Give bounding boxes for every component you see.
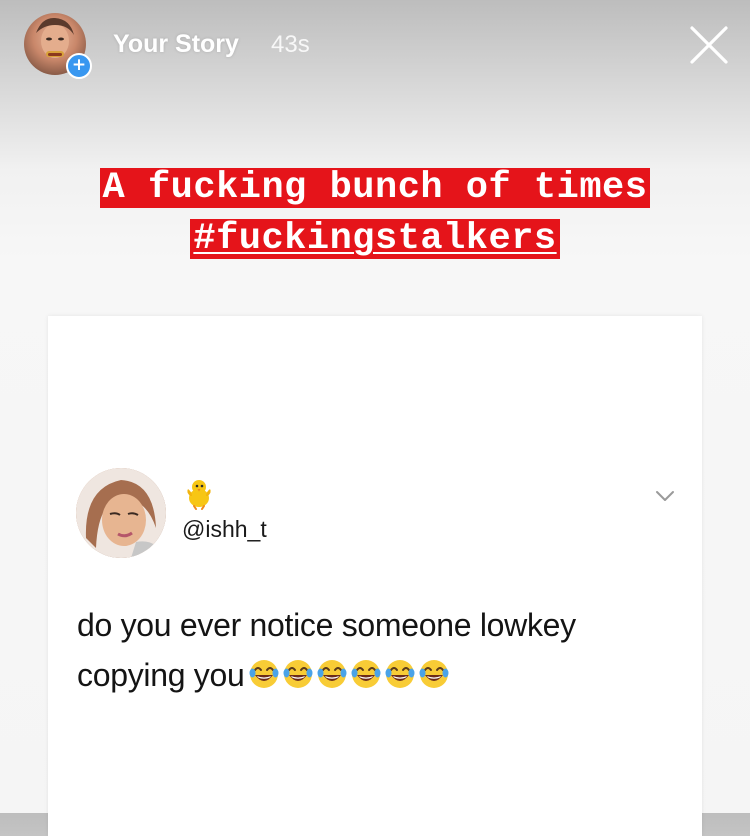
caption-hashtag[interactable]: #fuckingstalkers xyxy=(190,219,560,259)
tweet-handle[interactable]: @ishh_t xyxy=(182,516,267,543)
tweet-card: @ishh_t do you ever notice someone lowke… xyxy=(48,316,702,836)
story-username: Your Story xyxy=(113,30,239,58)
caption-line-1: A fucking bunch of times xyxy=(99,168,651,208)
close-icon[interactable] xyxy=(686,22,732,68)
laughing-tears-emoji xyxy=(317,660,347,688)
laughing-tears-emoji xyxy=(385,660,415,688)
story-header: + Your Story 43s xyxy=(0,0,750,100)
add-story-badge[interactable]: + xyxy=(66,53,92,79)
laughing-tears-emoji xyxy=(419,660,449,688)
laughing-tears-emoji xyxy=(249,660,279,688)
chevron-down-icon[interactable] xyxy=(654,488,676,504)
baby-chick-icon xyxy=(182,476,216,510)
caption-text-1: A fucking bunch of times xyxy=(0,168,750,208)
emoji-row xyxy=(248,654,452,704)
laughing-tears-emoji xyxy=(283,660,313,688)
story-avatar[interactable]: + xyxy=(24,13,92,79)
tweet-avatar[interactable] xyxy=(76,468,166,558)
tweet-body: do you ever notice someone lowkey copyin… xyxy=(77,600,657,704)
caption-text-2: #fuckingstalkers xyxy=(0,219,750,259)
laughing-tears-emoji xyxy=(351,660,381,688)
story-timestamp: 43s xyxy=(271,31,310,58)
